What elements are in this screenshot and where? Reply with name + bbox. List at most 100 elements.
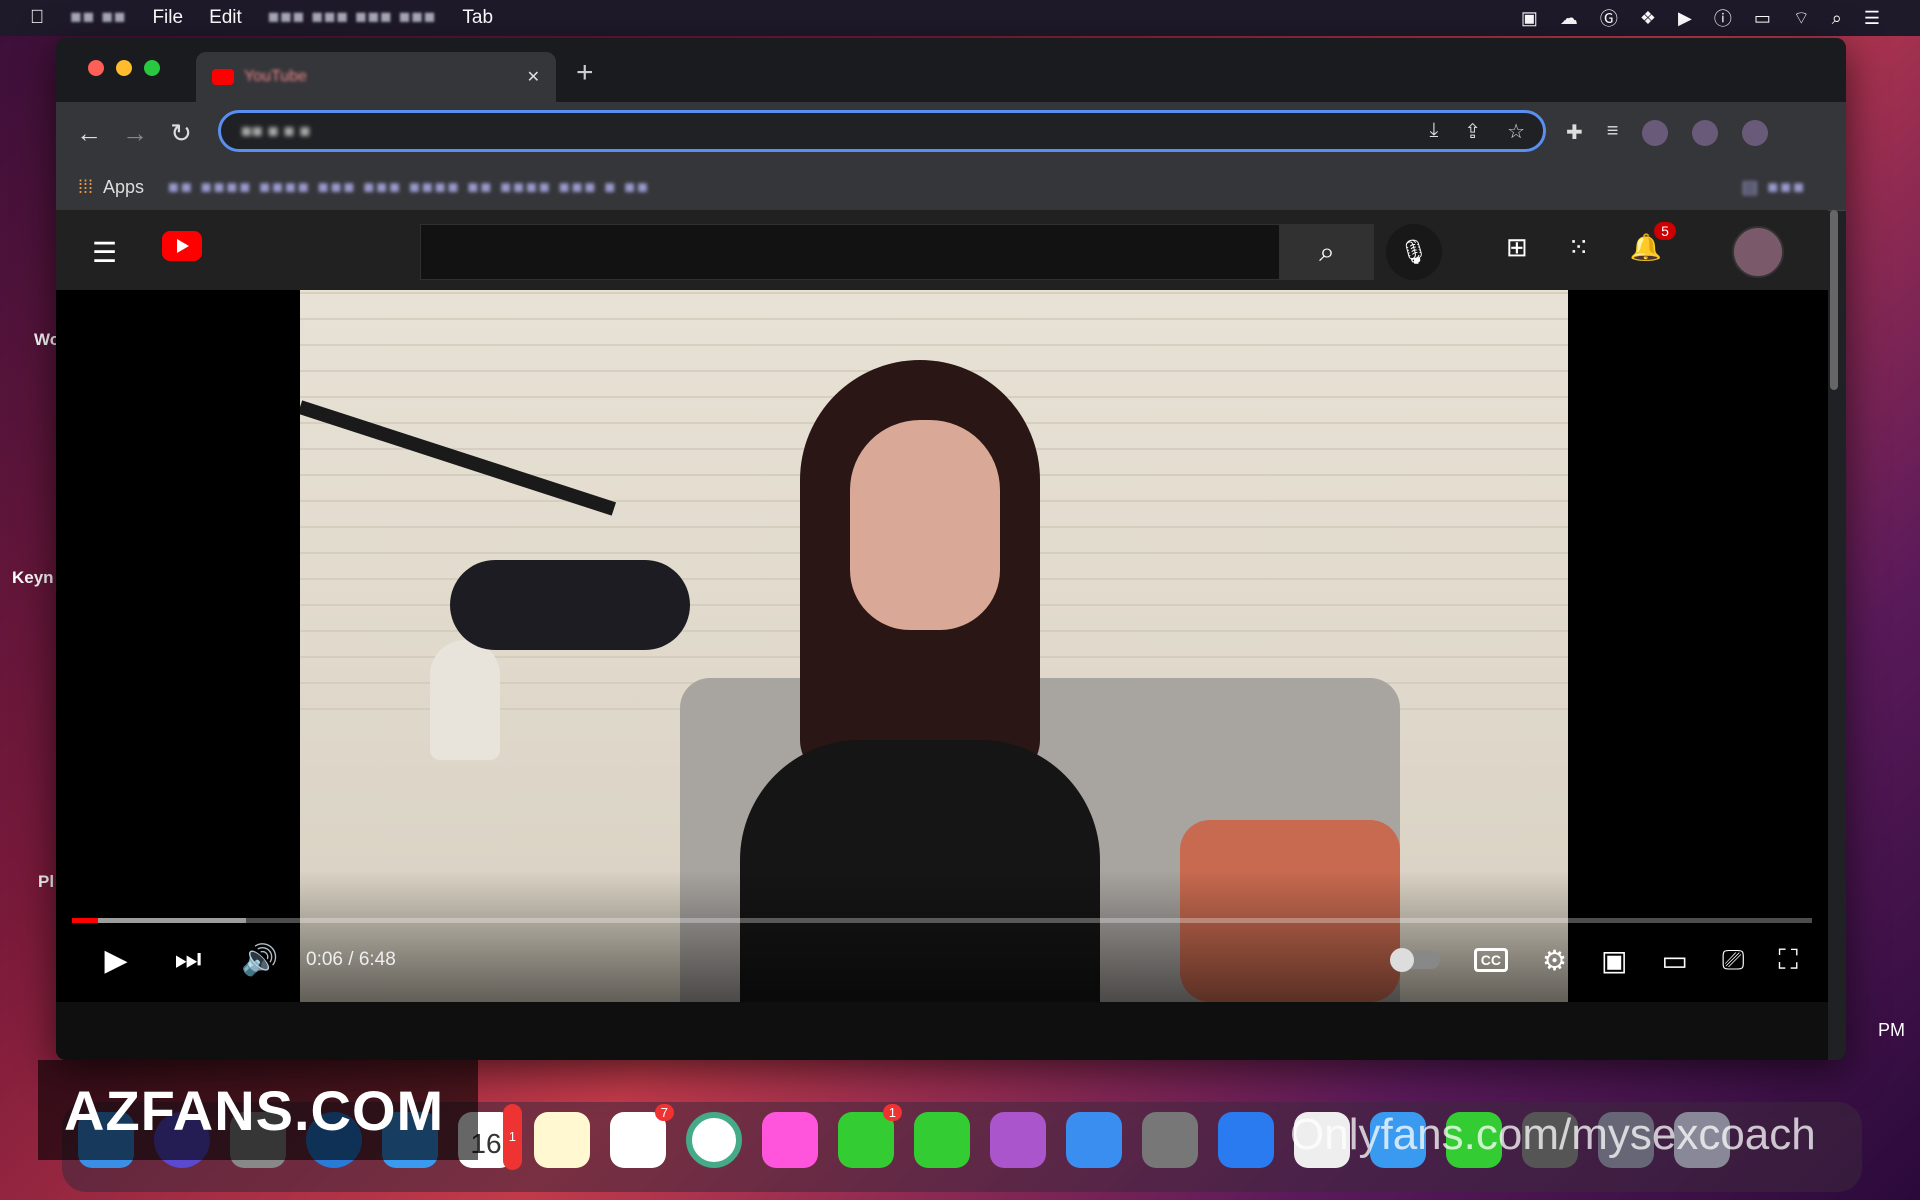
notes-icon[interactable] — [534, 1112, 590, 1168]
control-center-icon[interactable]: ☰ — [1864, 8, 1880, 29]
dropbox-status-icon[interactable]: ❖ — [1640, 8, 1656, 29]
maximize-window-button[interactable] — [144, 60, 160, 76]
menu-item-edit[interactable]: Edit — [209, 7, 242, 29]
menu-item-blurred[interactable]: ■■■ ■■■ ■■■ ■■■ — [268, 7, 437, 29]
time-display: 0:06 / 6:48 — [306, 949, 396, 970]
youtube-favicon-icon — [212, 69, 234, 85]
address-url: ■■ ■ ■ ■ — [241, 120, 311, 141]
bookmark-star-icon[interactable]: ☆ — [1507, 119, 1525, 144]
notifications-bell-icon[interactable]: 🔔 5 — [1630, 222, 1676, 263]
new-tab-button[interactable]: + — [576, 56, 594, 90]
create-video-icon[interactable]: ⊞ — [1506, 232, 1528, 263]
theater-mode-icon[interactable]: ▭ — [1662, 944, 1688, 977]
reload-button[interactable]: ↻ — [158, 118, 204, 149]
tab-title: YouTube — [244, 68, 307, 85]
autoplay-toggle[interactable] — [1389, 948, 1440, 972]
messages-badge: 1 — [882, 1104, 902, 1121]
search-icon: ⌕ — [1319, 235, 1335, 267]
clock-label: PM — [1878, 1020, 1905, 1040]
reminders-icon[interactable]: 7 — [610, 1104, 674, 1168]
fullscreen-icon[interactable]: ⛶ — [1778, 944, 1798, 977]
user-avatar[interactable] — [1732, 226, 1784, 278]
chrome-icon[interactable] — [686, 1112, 742, 1168]
calendar-badge: 1 — [502, 1104, 522, 1170]
settings-gear-icon[interactable]: ⚙ — [1542, 944, 1567, 977]
played-bar — [72, 918, 99, 923]
wifi-icon[interactable]: ⌔ — [1793, 7, 1810, 30]
voice-search-button[interactable]: 🎙 — [1386, 224, 1442, 280]
minimize-window-button[interactable] — [116, 60, 132, 76]
bookmark-items[interactable]: ■■ ■■■■ ■■■■ ■■■ ■■■ ■■■■ ■■ ■■■■ ■■■ ■ … — [168, 177, 650, 198]
reading-list[interactable]: ▤ ■■■ — [1741, 177, 1806, 198]
menu-item-tab[interactable]: Tab — [462, 7, 493, 29]
watermark-onlyfans: Onlyfans.com/mysexcoach — [1290, 1110, 1816, 1159]
page-scrollbar[interactable] — [1830, 210, 1838, 390]
back-button[interactable]: ← — [66, 118, 112, 149]
captions-button[interactable]: CC — [1473, 948, 1508, 972]
presenter-face — [850, 420, 1000, 630]
apps-grid-icon: ⁞⁞⁞ — [78, 176, 94, 197]
play-button[interactable]: ▶ — [80, 943, 152, 978]
menu-bar:  ■■ ■■ File Edit ■■■ ■■■ ■■■ ■■■ Tab ▣ … — [0, 0, 1920, 36]
browser-window: YouTube ✕ + ← → ↻ ■■ ■ ■ ■ ⤓ ⇪ ☆ ✚ ≡ ⁞⁞⁞… — [56, 38, 1846, 1060]
spotlight-search-icon[interactable]: ⌕ — [1832, 8, 1842, 29]
search-input[interactable] — [420, 224, 1280, 280]
buffer-bar — [72, 918, 246, 923]
zoom-status-icon[interactable]: ▣ — [1521, 8, 1538, 29]
extensions-icon[interactable]: ✚ — [1566, 120, 1583, 146]
volume-icon[interactable]: 🔊 — [224, 943, 296, 978]
miniplayer-icon[interactable]: ▣ — [1601, 944, 1627, 977]
podcasts-icon[interactable] — [990, 1112, 1046, 1168]
play-status-icon[interactable]: ▶ — [1678, 8, 1692, 29]
share-icon[interactable]: ⇪ — [1464, 119, 1481, 144]
accessibility-icon[interactable]: ⓘ — [1714, 5, 1732, 31]
app-store-icon[interactable] — [1066, 1112, 1122, 1168]
profile-avatar-1[interactable] — [1642, 120, 1669, 146]
forward-button[interactable]: → — [112, 118, 158, 149]
notification-badge: 5 — [1654, 222, 1676, 240]
progress-bar[interactable] — [72, 918, 1812, 923]
system-preferences-icon[interactable] — [1142, 1112, 1198, 1168]
bookmark-apps[interactable]: ⁞⁞⁞ Apps — [78, 177, 144, 198]
browser-toolbar: ← → ↻ ■■ ■ ■ ■ ⤓ ⇪ ☆ ✚ ≡ — [56, 102, 1846, 164]
wechat-status-icon[interactable]: ☁ — [1560, 8, 1578, 29]
messages-icon[interactable]: 1 — [838, 1104, 902, 1168]
tab-youtube[interactable]: YouTube ✕ — [196, 52, 556, 102]
youtube-logo[interactable] — [162, 231, 202, 261]
facetime-icon[interactable] — [914, 1112, 970, 1168]
below-player-area — [56, 1002, 1828, 1060]
youtube-page: ☰ ⌕ 🎙 ⊞ ⁙ 🔔 5 ▶ ⏭ 🔊 0:06 / 6:48 CC ⚙ ▣ ▭… — [56, 210, 1828, 1060]
microphone — [450, 560, 690, 650]
close-tab-icon[interactable]: ✕ — [527, 67, 540, 87]
cast-icon[interactable]: ⎚ — [1722, 944, 1744, 977]
hamburger-menu-icon[interactable]: ☰ — [92, 236, 117, 269]
address-bar[interactable]: ■■ ■ ■ ■ ⤓ ⇪ ☆ — [218, 110, 1546, 152]
apps-grid-icon[interactable]: ⁙ — [1568, 232, 1590, 263]
install-app-icon[interactable]: ⤓ — [1429, 119, 1438, 144]
media-control-icon[interactable]: ≡ — [1607, 120, 1619, 146]
profile-avatar-2[interactable] — [1692, 120, 1719, 146]
desktop-label-pl[interactable]: Pl — [38, 872, 54, 892]
watermark-azfans: AZFANS.COM — [38, 1060, 478, 1160]
menu-item-file[interactable]: File — [152, 7, 183, 29]
player-controls: ▶ ⏭ 🔊 0:06 / 6:48 CC ⚙ ▣ ▭ ⎚ ⛶ — [56, 870, 1828, 1002]
youtube-header: ☰ ⌕ 🎙 ⊞ ⁙ 🔔 5 — [56, 210, 1828, 290]
phrenology-bust — [430, 640, 500, 760]
microphone-icon: 🎙 — [1398, 238, 1430, 266]
tab-strip: YouTube ✕ + — [56, 38, 1846, 102]
close-window-button[interactable] — [88, 60, 104, 76]
battery-icon[interactable]: ▭ — [1754, 8, 1771, 29]
search-button[interactable]: ⌕ — [1280, 224, 1374, 280]
photos-icon[interactable] — [762, 1112, 818, 1168]
next-button[interactable]: ⏭ — [152, 943, 224, 977]
desktop-label-keynote[interactable]: Keyn — [12, 568, 54, 588]
apple-icon[interactable]:  — [30, 7, 44, 29]
reminders-badge: 7 — [654, 1104, 674, 1121]
menu-item-app[interactable]: ■■ ■■ — [70, 7, 126, 29]
grammarly-status-icon[interactable]: Ⓖ — [1600, 5, 1618, 31]
profile-avatar-3[interactable] — [1742, 120, 1769, 146]
apps-label: Apps — [103, 176, 145, 197]
bookmarks-bar: ⁞⁞⁞ Apps ■■ ■■■■ ■■■■ ■■■ ■■■ ■■■■ ■■ ■■… — [56, 164, 1846, 211]
zoom-icon[interactable] — [1218, 1112, 1274, 1168]
video-player[interactable]: ▶ ⏭ 🔊 0:06 / 6:48 CC ⚙ ▣ ▭ ⎚ ⛶ — [56, 290, 1828, 1002]
